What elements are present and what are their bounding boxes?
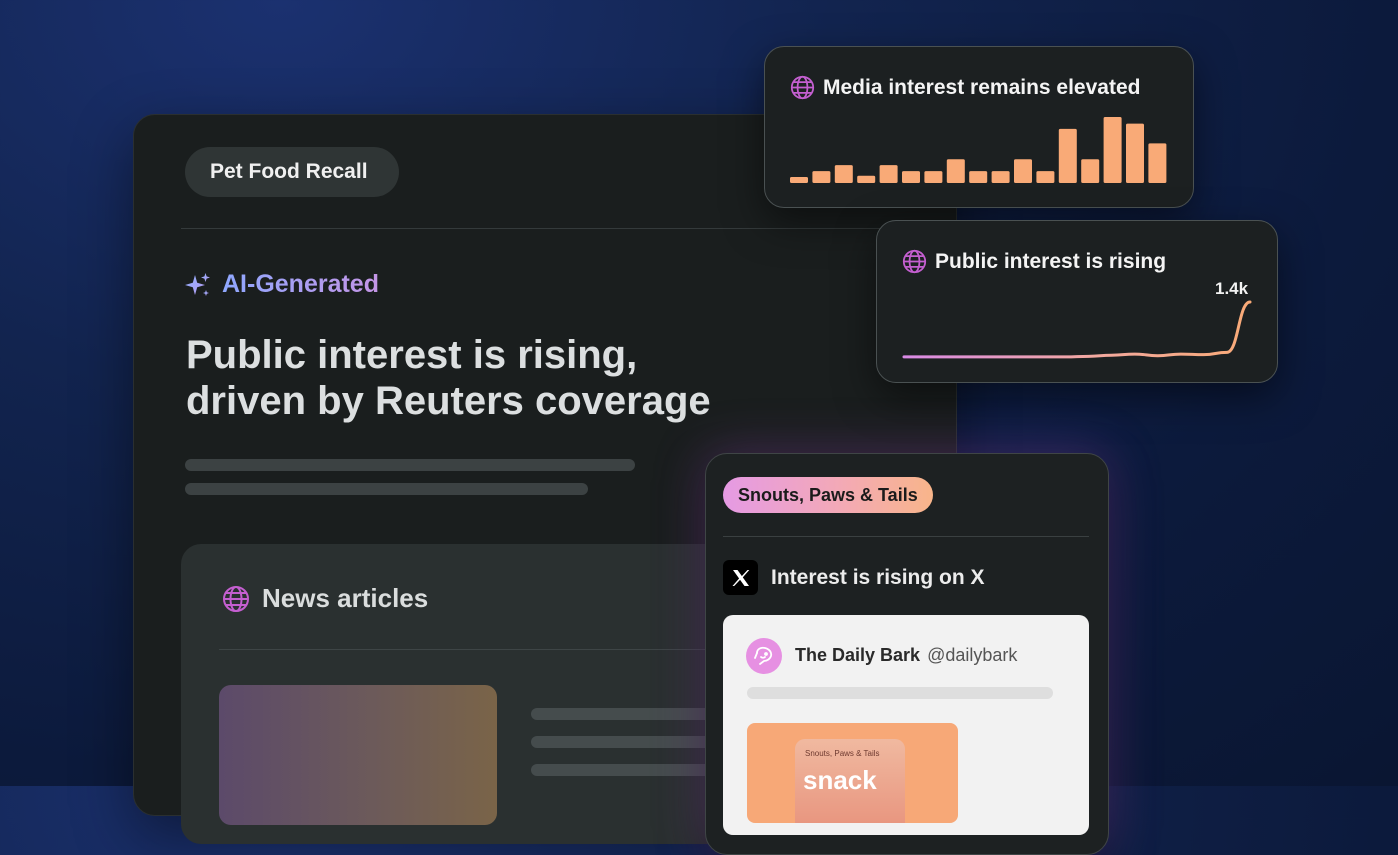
tweet-media-image[interactable]: Snouts, Paws & Tails snack bbox=[747, 723, 958, 823]
platform-label: Interest is rising on X bbox=[771, 565, 985, 589]
news-divider bbox=[219, 649, 719, 650]
media-bar bbox=[879, 165, 898, 183]
social-divider bbox=[723, 536, 1089, 537]
x-logo-icon bbox=[723, 560, 758, 595]
tweet-author: The Daily Bark @dailybark bbox=[795, 645, 1017, 666]
media-bar bbox=[1103, 117, 1122, 183]
product-brand: Snouts, Paws & Tails bbox=[805, 749, 880, 758]
placeholder-text-bar bbox=[747, 687, 1053, 699]
media-bar bbox=[812, 171, 831, 183]
globe-icon bbox=[790, 75, 815, 100]
ai-generated-label: AI-Generated bbox=[222, 270, 379, 298]
media-bar bbox=[1058, 128, 1077, 183]
placeholder-text-bar bbox=[531, 736, 721, 748]
media-bar bbox=[991, 171, 1010, 183]
insight-headline: Public interest is rising, driven by Reu… bbox=[186, 332, 886, 424]
media-bar bbox=[1148, 143, 1167, 183]
globe-icon bbox=[902, 249, 927, 274]
media-bar bbox=[857, 175, 876, 183]
media-bar bbox=[1126, 123, 1144, 183]
header-divider bbox=[181, 228, 955, 229]
media-bar bbox=[946, 159, 965, 183]
placeholder-text-bar bbox=[531, 764, 721, 776]
topic-chip[interactable]: Pet Food Recall bbox=[185, 147, 399, 197]
media-bar bbox=[1014, 159, 1032, 183]
public-interest-title: Public interest is rising bbox=[935, 249, 1167, 273]
media-bar bbox=[1036, 171, 1055, 183]
media-interest-title: Media interest remains elevated bbox=[823, 75, 1141, 99]
media-bar bbox=[969, 171, 988, 183]
sparkle-icon bbox=[185, 272, 210, 296]
product-bag: Snouts, Paws & Tails snack bbox=[795, 739, 905, 823]
news-articles-header: News articles bbox=[222, 583, 428, 614]
media-interest-card[interactable]: Media interest remains elevated bbox=[764, 46, 1194, 208]
dog-icon bbox=[754, 646, 773, 665]
article-thumbnail[interactable] bbox=[219, 685, 497, 825]
public-interest-line bbox=[902, 300, 1252, 359]
media-bar bbox=[834, 165, 853, 183]
media-bar bbox=[790, 177, 808, 183]
news-articles-title: News articles bbox=[262, 583, 429, 613]
media-interest-bar-chart bbox=[790, 117, 1167, 183]
public-interest-header: Public interest is rising bbox=[902, 249, 1166, 274]
media-bar bbox=[1081, 159, 1100, 183]
placeholder-text-bar bbox=[531, 708, 721, 720]
public-interest-peak-label: 1.4k bbox=[1215, 279, 1249, 298]
headline-line-2: driven by Reuters coverage bbox=[186, 379, 711, 423]
topic-chip-label: Pet Food Recall bbox=[210, 160, 368, 183]
ai-generated-badge: AI-Generated bbox=[184, 270, 379, 299]
public-interest-line-chart bbox=[902, 300, 1252, 359]
source-chip[interactable]: Snouts, Paws & Tails bbox=[723, 477, 933, 513]
globe-icon bbox=[223, 585, 249, 612]
placeholder-text-bar bbox=[185, 459, 635, 471]
public-interest-card[interactable]: Public interest is rising 1.4k bbox=[876, 220, 1278, 383]
product-word: snack bbox=[803, 765, 877, 795]
source-chip-label: Snouts, Paws & Tails bbox=[738, 484, 918, 505]
media-bar bbox=[924, 171, 943, 183]
placeholder-text-bar bbox=[185, 483, 588, 495]
platform-row: Interest is rising on X bbox=[723, 560, 985, 595]
tweet-author-handle: @dailybark bbox=[927, 645, 1018, 665]
media-interest-header: Media interest remains elevated bbox=[790, 75, 1140, 100]
avatar[interactable] bbox=[746, 638, 782, 674]
media-bar bbox=[902, 171, 920, 183]
headline-line-1: Public interest is rising, bbox=[186, 333, 638, 377]
tweet-author-name: The Daily Bark bbox=[795, 645, 921, 665]
